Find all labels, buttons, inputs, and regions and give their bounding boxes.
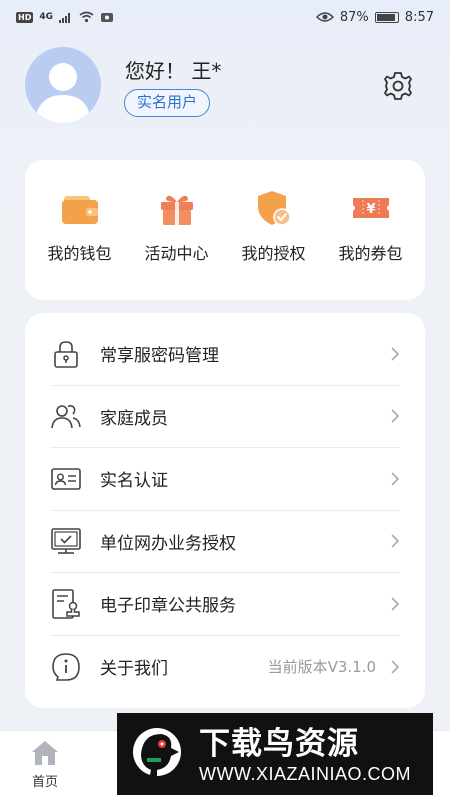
info-icon — [52, 652, 80, 681]
status-bar-right: 87% 8:57 — [315, 9, 434, 25]
coupon-icon: ¥ — [352, 198, 389, 218]
home-icon — [32, 741, 58, 765]
menu-item-e-seal-service[interactable]: 电子印章公共服务 — [50, 573, 400, 636]
wifi-icon — [79, 11, 94, 23]
quick-action-authorization[interactable]: 我的授权 — [227, 160, 321, 300]
menu-item-label: 电子印章公共服务 — [100, 596, 236, 617]
quick-action-activity-center[interactable]: 活动中心 — [130, 160, 224, 300]
app-version-text: 当前版本V3.1.0 — [267, 658, 376, 677]
network-type: 4G — [39, 12, 53, 22]
gear-icon — [384, 72, 412, 100]
bird-logo-icon — [133, 728, 181, 780]
chevron-right-icon — [391, 347, 400, 361]
menu-item-real-name-verification[interactable]: 实名认证 — [50, 448, 400, 511]
nav-tab-home[interactable]: 首页 — [22, 739, 68, 790]
lock-icon — [54, 340, 78, 368]
quick-action-wallet[interactable]: 我的钱包 — [33, 160, 127, 300]
settings-button[interactable] — [382, 70, 414, 102]
quick-action-label: 我的券包 — [338, 244, 403, 263]
svg-text:¥: ¥ — [366, 202, 375, 217]
chevron-right-icon — [391, 409, 400, 423]
hd-indicator: HD — [16, 11, 34, 23]
gift-icon — [160, 195, 193, 225]
signal-icon — [59, 12, 70, 23]
status-bar-left: HD 4G — [16, 11, 114, 23]
status-bar: HD 4G 87% 8:57 — [0, 0, 450, 34]
quick-action-label: 活动中心 — [144, 244, 209, 263]
quick-actions-card: 我的钱包 活动中心 我的授权 ¥ 我的券包 — [25, 160, 425, 300]
eye-icon — [315, 12, 334, 22]
monitor-check-icon — [51, 528, 81, 555]
wallet-icon — [61, 196, 98, 224]
chevron-right-icon — [391, 534, 400, 548]
settings-menu-card: 常享服密码管理 家庭成员 实名认证 单位网办业务授权 电子印章公共服务 关于我们… — [25, 313, 425, 708]
nav-tab-label: 首页 — [31, 775, 58, 790]
seal-document-icon — [52, 588, 80, 619]
watermark-url: WWW.XIAZAINIAO.COM — [199, 763, 411, 784]
id-card-icon — [51, 467, 81, 490]
menu-item-password-management[interactable]: 常享服密码管理 — [50, 323, 400, 386]
watermark-text: 下载鸟资源 WWW.XIAZAINIAO.COM — [199, 724, 411, 785]
menu-item-family-members[interactable]: 家庭成员 — [50, 386, 400, 448]
avatar[interactable] — [25, 47, 101, 123]
verified-user-badge: 实名用户 — [124, 89, 211, 117]
menu-item-label: 常享服密码管理 — [100, 346, 219, 367]
menu-item-label: 实名认证 — [100, 471, 168, 492]
battery-icon — [374, 11, 399, 23]
clock: 8:57 — [404, 9, 434, 25]
watermark-banner: 下载鸟资源 WWW.XIAZAINIAO.COM — [117, 713, 433, 795]
greeting-text: 您好！ 王* — [125, 59, 222, 83]
shield-check-icon — [257, 191, 291, 226]
quick-action-label: 我的授权 — [241, 244, 306, 263]
quick-action-label: 我的钱包 — [47, 244, 112, 263]
notification-icon — [101, 13, 113, 22]
battery-percent: 87% — [339, 9, 369, 25]
chevron-right-icon — [391, 472, 400, 486]
menu-item-about-us[interactable]: 关于我们 当前版本V3.1.0 — [50, 636, 400, 699]
chevron-right-icon — [391, 597, 400, 611]
user-silhouette-icon — [35, 63, 91, 123]
chevron-right-icon — [391, 660, 400, 674]
watermark-title: 下载鸟资源 — [199, 725, 359, 762]
menu-item-unit-authorization[interactable]: 单位网办业务授权 — [50, 511, 400, 573]
menu-item-label: 家庭成员 — [100, 408, 168, 429]
family-icon — [51, 405, 81, 429]
menu-item-label: 关于我们 — [100, 659, 168, 680]
menu-item-label: 单位网办业务授权 — [100, 533, 236, 554]
quick-action-coupons[interactable]: ¥ 我的券包 — [324, 160, 418, 300]
